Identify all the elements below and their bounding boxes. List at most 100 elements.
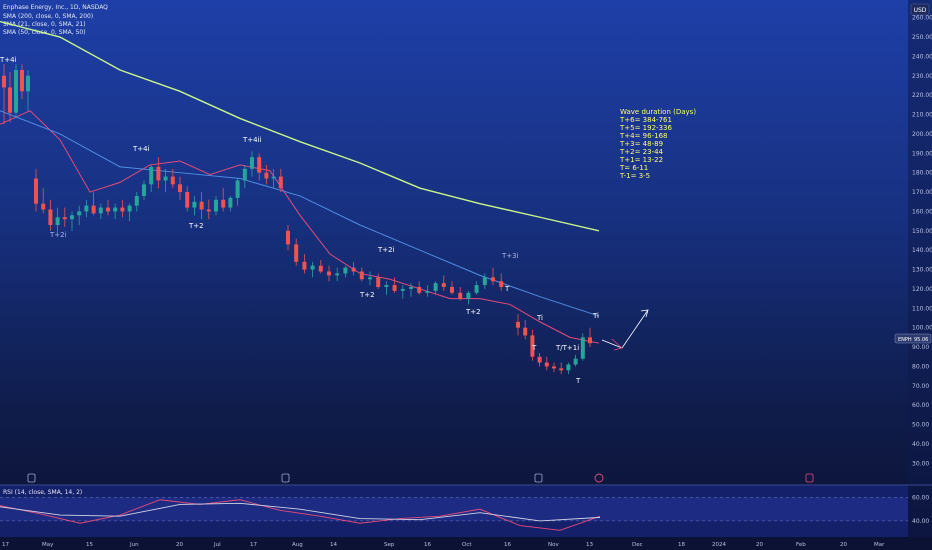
- wave-label: T: [531, 344, 537, 352]
- candle-body: [2, 75, 6, 88]
- y-tick-label: 70.00: [912, 383, 929, 390]
- x-tick-label: 20: [840, 542, 847, 548]
- candle-body: [327, 271, 331, 276]
- wave-label: T+3i: [501, 252, 519, 260]
- projection-arrow: [601, 309, 649, 351]
- y-tick-label: 200.00: [912, 131, 932, 138]
- x-tick-label: 18: [678, 542, 685, 548]
- sma-lines: [0, 20, 600, 344]
- candle-body: [199, 201, 204, 210]
- note-line: T+1= 13-22: [619, 156, 663, 164]
- candle-body: [55, 217, 60, 225]
- y-tick-label: 220.00: [912, 92, 932, 99]
- wave-label: T+2i: [377, 246, 395, 254]
- candle-body: [134, 195, 139, 206]
- candle-body: [77, 211, 82, 216]
- wave-label: T+4i: [132, 145, 150, 153]
- candle-body: [278, 176, 283, 189]
- x-tick-label: May: [42, 542, 54, 548]
- note-line: T= 6-11: [619, 164, 648, 172]
- wave-label: T+4ii: [242, 136, 262, 144]
- note-line: T+4= 96-168: [619, 132, 667, 140]
- y-tick-label: 140.00: [912, 247, 932, 254]
- candle-body: [384, 285, 389, 287]
- candle-body: [474, 285, 479, 293]
- candle-body: [523, 327, 528, 336]
- candle-body: [400, 288, 405, 291]
- x-tick-label: 15: [86, 542, 93, 548]
- candle-body: [286, 230, 290, 245]
- x-tick-label: 2024: [712, 542, 726, 548]
- x-tick-label: Aug: [292, 542, 303, 548]
- candle-body: [491, 277, 495, 282]
- price-tag-value: 95.06: [914, 337, 928, 343]
- note-line: T+6= 384-761: [619, 116, 672, 124]
- candle-body: [392, 285, 397, 291]
- candle-body: [242, 168, 247, 181]
- candle-body: [8, 87, 12, 113]
- candle-body: [34, 178, 38, 204]
- rsi-tick-label: 60.00: [912, 494, 929, 501]
- candle-body: [537, 356, 542, 363]
- candle-body: [441, 283, 446, 287]
- candle-body: [113, 207, 118, 212]
- wave-labels: T+4i T+2i T+4i T+4ii T+2 T+2i T+2 T+3i T T+2 Ti T T/…: [0, 56, 599, 385]
- candle-body: [417, 287, 422, 293]
- candle-body: [544, 362, 549, 367]
- candle-body: [142, 184, 146, 196]
- sma-line: [0, 20, 600, 232]
- rsi-title: RSI (14, close, SMA, 14, 2): [3, 489, 82, 496]
- candle-body: [466, 292, 471, 299]
- candle-body: [294, 244, 299, 262]
- chart[interactable]: USD Enphase Energy, Inc., 1D, NASDAQ SMA…: [0, 0, 932, 550]
- candle-body: [235, 180, 240, 198]
- note-line: T+2= 23-44: [619, 148, 664, 156]
- candle-body: [250, 157, 254, 169]
- y-tick-label: 100.00: [912, 325, 932, 332]
- earnings-marker[interactable]: [281, 473, 290, 483]
- candle-body: [98, 207, 103, 214]
- y-tick-label: 110.00: [912, 305, 932, 312]
- wave-label: Ti: [592, 312, 599, 320]
- candle-body: [127, 205, 132, 212]
- earnings-marker[interactable]: [534, 473, 543, 483]
- wave-label: Ti: [536, 314, 543, 322]
- candle-body: [458, 292, 463, 299]
- candle-body: [192, 201, 197, 208]
- price-axis[interactable]: [908, 0, 932, 550]
- rsi-tick-label: 40.00: [912, 518, 929, 525]
- candle-body: [206, 209, 211, 212]
- event-markers[interactable]: [27, 473, 814, 483]
- legend-sma200: SMA (200, close, 0, SMA, 200): [3, 13, 93, 20]
- candle-body: [70, 215, 74, 220]
- x-tick-label: 16: [504, 542, 511, 548]
- y-tick-label: 90.00: [912, 344, 929, 351]
- wave-label: T+2i: [49, 231, 67, 239]
- earnings-marker[interactable]: [27, 473, 36, 483]
- candle-body: [62, 217, 67, 220]
- dividend-marker[interactable]: [594, 473, 604, 483]
- y-tick-label: 30.00: [912, 460, 929, 467]
- candle-body: [409, 287, 413, 289]
- candle-body: [257, 157, 262, 173]
- x-tick-label: 16: [424, 542, 431, 548]
- y-tick-label: 240.00: [912, 53, 932, 60]
- legend-symbol: Enphase Energy, Inc., 1D, NASDAQ: [3, 4, 108, 11]
- x-tick-label: 17: [2, 542, 9, 548]
- y-tick-label: 170.00: [912, 189, 932, 196]
- wave-label: T: [504, 285, 510, 293]
- note-line: T+5= 192-336: [619, 124, 672, 132]
- wave-label: T+2: [359, 291, 375, 299]
- candle-body: [580, 337, 585, 359]
- earnings-marker[interactable]: [805, 473, 814, 483]
- y-tick-label: 180.00: [912, 170, 932, 177]
- x-tick-label: Jun: [129, 542, 139, 548]
- candle-body: [48, 209, 53, 225]
- x-tick-label: 13: [586, 542, 593, 548]
- x-tick-label: Mar: [874, 542, 885, 548]
- y-tick-label: 50.00: [912, 422, 929, 429]
- wave-label: T+4i: [0, 56, 17, 64]
- currency-label: USD: [914, 7, 927, 14]
- candle-body: [84, 205, 89, 212]
- candle-body: [566, 364, 571, 371]
